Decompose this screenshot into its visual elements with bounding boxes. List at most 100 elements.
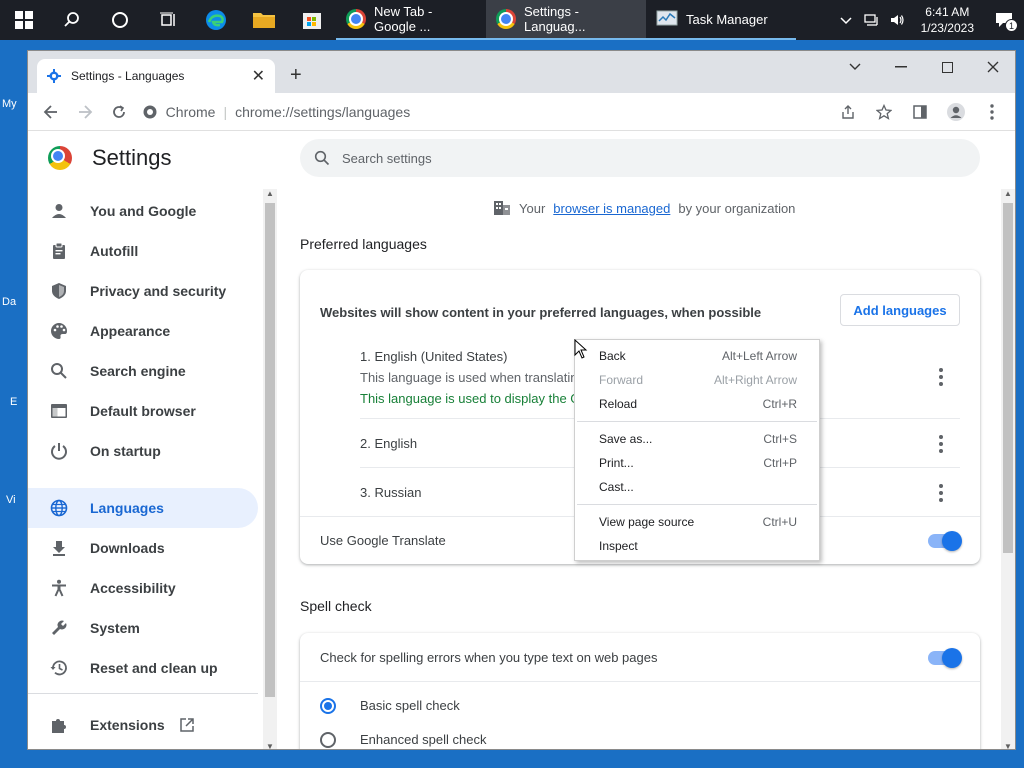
- sidebar-item-reset-and-clean-up[interactable]: Reset and clean up: [28, 648, 258, 688]
- reload-button[interactable]: [104, 97, 134, 127]
- taskbar: New Tab - Google ... Settings - Languag.…: [0, 0, 1024, 40]
- context-menu-cast[interactable]: Cast...: [575, 476, 819, 498]
- sidebar-item-extensions[interactable]: Extensions: [28, 705, 258, 745]
- chevron-down-icon: [849, 63, 861, 70]
- desktop-icon-label: My: [2, 98, 17, 110]
- sidebar-item-search-engine[interactable]: Search engine: [28, 351, 258, 391]
- person-icon: [52, 204, 66, 218]
- clock[interactable]: 6:41 AM 1/23/2023: [915, 4, 980, 36]
- scroll-up-arrow-icon[interactable]: ▲: [1004, 189, 1012, 198]
- sidebar-item-label: Reset and clean up: [90, 660, 218, 676]
- browser-managed-link[interactable]: browser is managed: [553, 201, 670, 216]
- taskbar-search-button[interactable]: [48, 0, 96, 40]
- forward-button[interactable]: [70, 97, 100, 127]
- search-placeholder: Search settings: [342, 150, 432, 166]
- maximize-button[interactable]: [932, 57, 962, 77]
- menu-item-shortcut: Ctrl+S: [763, 432, 797, 446]
- sidebar-item-on-startup[interactable]: On startup: [28, 431, 258, 471]
- context-menu-view-page-source[interactable]: View page source Ctrl+U: [575, 511, 819, 533]
- edge-taskbar-button[interactable]: [192, 0, 240, 40]
- close-icon: [987, 61, 999, 73]
- sidebar-item-privacy-and-security[interactable]: Privacy and security: [28, 271, 258, 311]
- scroll-up-arrow-icon[interactable]: ▲: [266, 189, 274, 198]
- divider: [300, 681, 980, 682]
- languages-description: Websites will show content in your prefe…: [320, 305, 762, 320]
- business-icon: [494, 201, 510, 215]
- back-button[interactable]: [36, 97, 66, 127]
- main-scrollbar[interactable]: ▲ ▼: [1001, 189, 1015, 749]
- language-menu-button[interactable]: [936, 484, 946, 502]
- search-icon: [314, 150, 330, 166]
- enhanced-spell-check-radio[interactable]: [320, 732, 336, 748]
- store-button[interactable]: [288, 0, 336, 40]
- taskbar-app-new-tab[interactable]: New Tab - Google ...: [336, 0, 486, 40]
- menu-button[interactable]: [977, 97, 1007, 127]
- close-tab-icon[interactable]: ✕: [252, 66, 265, 86]
- menu-separator: [577, 421, 817, 422]
- context-menu-back[interactable]: Back Alt+Left Arrow: [575, 345, 819, 367]
- sidebar-item-default-browser[interactable]: Default browser: [28, 391, 258, 431]
- sidebar-item-system[interactable]: System: [28, 608, 258, 648]
- sidebar-item-accessibility[interactable]: Accessibility: [28, 568, 258, 608]
- file-explorer-button[interactable]: [240, 0, 288, 40]
- chevron-up-icon[interactable]: [839, 13, 853, 27]
- bookmark-button[interactable]: [869, 97, 899, 127]
- close-window-button[interactable]: [978, 57, 1008, 77]
- settings-page: Settings Search settings You and Google …: [28, 131, 1015, 749]
- tab-settings-languages[interactable]: Settings - Languages ✕: [37, 59, 275, 93]
- download-icon: [53, 541, 65, 556]
- google-translate-toggle[interactable]: [928, 531, 962, 551]
- search-icon: [64, 12, 79, 27]
- more-vert-icon: [990, 103, 994, 120]
- browser-icon: [51, 404, 67, 418]
- network-icon[interactable]: [863, 12, 879, 28]
- new-tab-button[interactable]: +: [290, 65, 302, 85]
- main-scrollbar-thumb[interactable]: [1003, 203, 1013, 553]
- sidebar-item-downloads[interactable]: Downloads: [28, 528, 258, 568]
- sidebar-item-you-and-google[interactable]: You and Google: [28, 191, 258, 231]
- store-icon: [303, 13, 321, 29]
- desktop-icon-label: Da: [2, 296, 17, 308]
- menu-item-shortcut: Ctrl+P: [763, 456, 797, 470]
- side-panel-button[interactable]: [905, 97, 935, 127]
- sidebar-scrollbar[interactable]: ▲ ▼: [263, 189, 277, 749]
- spell-check-toggle[interactable]: [928, 648, 962, 668]
- task-view-button[interactable]: [144, 0, 192, 40]
- start-button[interactable]: [0, 0, 48, 40]
- search-settings-input[interactable]: Search settings: [300, 139, 980, 177]
- folder-icon: [253, 13, 275, 28]
- scroll-down-arrow-icon[interactable]: ▼: [266, 742, 274, 749]
- taskbar-app-task-manager[interactable]: Task Manager: [646, 0, 796, 40]
- language-menu-button[interactable]: [936, 435, 946, 453]
- profile-button[interactable]: [941, 97, 971, 127]
- tab-search-button[interactable]: [840, 57, 870, 77]
- omnibox[interactable]: Chrome | chrome://settings/languages: [142, 97, 829, 127]
- scroll-down-arrow-icon[interactable]: ▼: [1004, 742, 1012, 749]
- volume-icon[interactable]: [889, 12, 905, 28]
- spell-check-label: Check for spelling errors when you type …: [320, 650, 658, 665]
- language-menu-button[interactable]: [936, 368, 946, 386]
- cortana-button[interactable]: [96, 0, 144, 40]
- add-languages-button[interactable]: Add languages: [840, 294, 960, 326]
- context-menu-reload[interactable]: Reload Ctrl+R: [575, 393, 819, 415]
- basic-spell-check-radio[interactable]: [320, 698, 336, 714]
- context-menu-print[interactable]: Print... Ctrl+P: [575, 452, 819, 474]
- sidebar-item-appearance[interactable]: Appearance: [28, 311, 258, 351]
- spell-check-card: Check for spelling errors when you type …: [300, 633, 980, 749]
- search-icon: [51, 363, 67, 379]
- context-menu-inspect[interactable]: Inspect: [575, 535, 819, 557]
- accessibility-icon: [52, 579, 66, 597]
- avatar-icon: [947, 102, 966, 121]
- action-center-button[interactable]: 1: [990, 6, 1018, 34]
- sidebar-scrollbar-thumb[interactable]: [265, 203, 275, 697]
- context-menu-save-as[interactable]: Save as... Ctrl+S: [575, 428, 819, 450]
- taskbar-app-settings[interactable]: Settings - Languag...: [486, 0, 646, 40]
- section-title-spell-check: Spell check: [300, 598, 372, 614]
- sidebar-item-autofill[interactable]: Autofill: [28, 231, 258, 271]
- settings-sidebar: You and Google Autofill Privacy and secu…: [28, 191, 263, 749]
- gear-icon: [47, 69, 61, 83]
- context-menu-forward[interactable]: Forward Alt+Right Arrow: [575, 369, 819, 391]
- share-button[interactable]: [833, 97, 863, 127]
- minimize-button[interactable]: [886, 57, 916, 77]
- sidebar-item-languages[interactable]: Languages: [28, 488, 258, 528]
